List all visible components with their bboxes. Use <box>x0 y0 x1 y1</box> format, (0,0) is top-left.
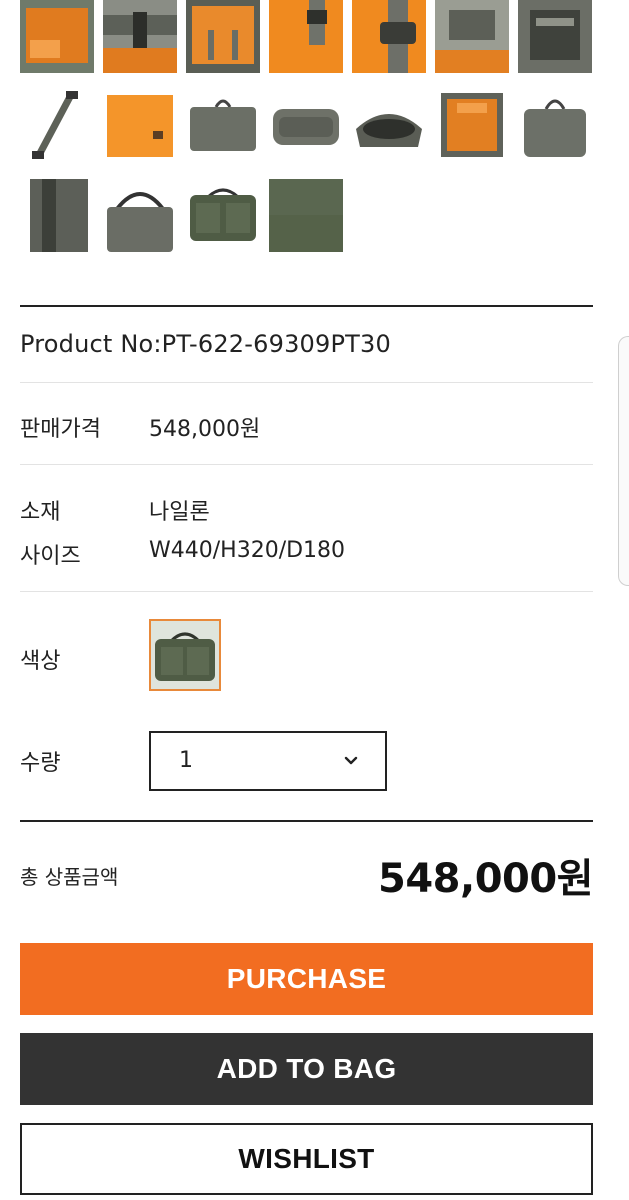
gallery-thumb[interactable] <box>518 89 592 162</box>
gallery-thumb[interactable] <box>269 0 343 73</box>
gallery-thumb[interactable] <box>186 179 260 252</box>
quantity-label: 수량 <box>20 751 61 776</box>
color-label: 색상 <box>20 649 61 674</box>
gallery-thumb[interactable] <box>435 89 509 162</box>
color-swatch-olive[interactable] <box>149 619 221 691</box>
gallery-thumb[interactable] <box>352 0 426 73</box>
gallery-thumb[interactable] <box>103 89 177 162</box>
wishlist-button[interactable]: WISHLIST <box>20 1123 593 1195</box>
gallery-thumb[interactable] <box>20 179 94 252</box>
total-price: 548,000원 <box>378 856 594 902</box>
gallery-thumb[interactable] <box>20 89 94 162</box>
add-to-bag-button[interactable]: ADD TO BAG <box>20 1033 593 1105</box>
price-label: 판매가격 <box>20 417 101 442</box>
gallery-thumb[interactable] <box>435 0 509 73</box>
section-divider <box>20 820 593 822</box>
gallery-thumb[interactable] <box>103 0 177 73</box>
gallery-thumb[interactable] <box>186 89 260 162</box>
gallery-thumb[interactable] <box>269 179 343 252</box>
price-value: 548,000원 <box>149 417 261 442</box>
gallery-thumb[interactable] <box>352 89 426 162</box>
gallery-thumb[interactable] <box>103 179 177 252</box>
total-label: 총 상품금액 <box>20 865 119 889</box>
size-value: W440/H320/D180 <box>149 538 346 563</box>
chevron-down-icon <box>344 756 358 765</box>
gallery-thumb[interactable] <box>20 0 94 73</box>
row-divider <box>20 382 593 383</box>
gallery-thumb[interactable] <box>186 0 260 73</box>
olive-bag-icon <box>151 621 219 689</box>
quantity-value: 1 <box>179 748 193 773</box>
quantity-select[interactable]: 1 <box>149 731 387 791</box>
section-divider <box>20 305 593 307</box>
material-value: 나일론 <box>149 500 210 525</box>
gallery-thumb[interactable] <box>269 89 343 162</box>
size-label: 사이즈 <box>20 544 81 569</box>
row-divider <box>20 591 593 592</box>
material-label: 소재 <box>20 500 61 525</box>
scroll-handle[interactable] <box>618 336 629 586</box>
product-number: Product No:PT-622-69309PT30 <box>20 330 391 358</box>
row-divider <box>20 464 593 465</box>
purchase-button[interactable]: PURCHASE <box>20 943 593 1015</box>
gallery-thumb[interactable] <box>518 0 592 73</box>
